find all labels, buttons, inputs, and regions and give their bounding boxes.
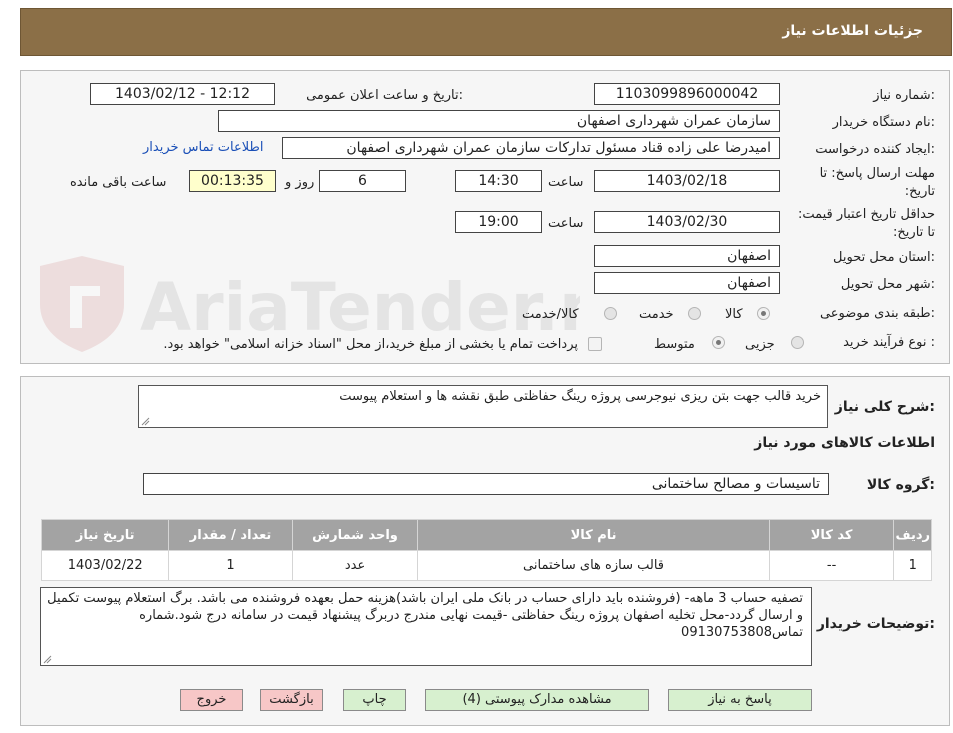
remaining-time-field: 00:13:35 (189, 170, 276, 192)
general-desc-text: خرید قالب جهت بتن ریزی نیوجرسی پروژه رین… (339, 389, 821, 404)
need-number-field: 1103099896000042 (594, 83, 780, 105)
need-number-label: شماره نیاز: (873, 88, 935, 103)
category-service-label: خدمت (639, 307, 674, 322)
deadline-time-field: 14:30 (455, 170, 542, 192)
buyer-notes-label: توضیحات خریدار: (816, 616, 935, 632)
table-header-row: ردیف کد کالا نام کالا واحد شمارش تعداد /… (40, 519, 932, 551)
cell-row: 1 (893, 550, 932, 581)
category-goods-radio[interactable] (757, 307, 770, 320)
category-goods-label: کالا (725, 307, 743, 322)
announce-field: 1403/02/12 - 12:12 (90, 83, 275, 105)
watermark-text: AriaTender.neT (140, 269, 580, 346)
exit-button[interactable]: خروج (180, 689, 243, 711)
validity-hour-label: ساعت (548, 216, 584, 231)
process-label: نوع فرآیند خرید : (843, 335, 935, 350)
cell-qty: 1 (168, 550, 293, 581)
cell-code: -- (768, 550, 895, 581)
col-name: نام کالا (417, 519, 770, 551)
cell-date: 1403/02/22 (40, 550, 170, 581)
remaining-label: ساعت باقی مانده (70, 175, 167, 190)
goods-group-field: تاسیسات و مصالح ساختمانی (143, 473, 829, 495)
days-field: 6 (319, 170, 406, 192)
page-title: جزئیات اطلاعات نیاز (782, 23, 923, 39)
province-label: استان محل تحویل: (833, 250, 935, 265)
buyer-notes-textarea[interactable]: تصفیه حساب 3 ماهه- (فروشنده باید دارای ح… (40, 587, 812, 666)
buyer-contact-link[interactable]: اطلاعات تماس خریدار (143, 140, 263, 155)
col-unit: واحد شمارش (291, 519, 419, 551)
deadline-label: مهلت ارسال پاسخ: تا تاریخ: (819, 166, 935, 199)
resize-grip-icon[interactable] (43, 655, 52, 664)
back-button[interactable]: بازگشت (260, 689, 323, 711)
payment-note: پرداخت تمام یا بخشی از مبلغ خرید،از محل … (163, 337, 578, 352)
validity-label: حداقل تاریخ اعتبار قیمت: تا تاریخ: (797, 207, 935, 240)
category-goods-service-radio[interactable] (604, 307, 617, 320)
category-label: طبقه بندی موضوعی: (819, 306, 935, 321)
col-date: تاریخ نیاز (40, 519, 170, 551)
requester-field: امیدرضا علی زاده قناد مسئول تدارکات سازم… (282, 137, 780, 159)
general-desc-label: شرح کلی نیاز: (834, 399, 935, 415)
deadline-date-field: 1403/02/18 (594, 170, 780, 192)
col-row: ردیف (893, 519, 932, 551)
category-service-radio[interactable] (688, 307, 701, 320)
city-field: اصفهان (594, 272, 780, 294)
province-field: اصفهان (594, 245, 780, 267)
city-label: شهر محل تحویل: (840, 277, 935, 292)
buyer-org-label: نام دستگاه خریدار: (832, 115, 935, 130)
print-button[interactable]: چاپ (343, 689, 406, 711)
general-desc-textarea[interactable]: خرید قالب جهت بتن ریزی نیوجرسی پروژه رین… (138, 385, 828, 428)
col-qty: تعداد / مقدار (168, 519, 293, 551)
page-header: جزئیات اطلاعات نیاز (20, 8, 952, 56)
validity-time-field: 19:00 (455, 211, 542, 233)
table-row: 1 -- قالب سازه های ساختمانی عدد 1 1403/0… (40, 550, 932, 581)
cell-unit: عدد (291, 550, 419, 581)
deadline-hour-label: ساعت (548, 175, 584, 190)
attachments-button[interactable]: مشاهده مدارک پیوستی (4) (425, 689, 649, 711)
reply-button[interactable]: پاسخ به نیاز (668, 689, 812, 711)
process-medium-radio[interactable] (712, 336, 725, 349)
items-table: ردیف کد کالا نام کالا واحد شمارش تعداد /… (40, 519, 932, 581)
resize-grip-icon[interactable] (141, 417, 150, 426)
process-minor-radio[interactable] (791, 336, 804, 349)
category-goods-service-label: کالا/خدمت (522, 307, 579, 322)
col-code: کد کالا (768, 519, 895, 551)
process-minor-label: جزیی (745, 337, 775, 352)
buyer-org-field: سازمان عمران شهرداری اصفهان (218, 110, 780, 132)
days-label: روز و (285, 175, 315, 190)
requester-label: ایجاد کننده درخواست: (815, 142, 935, 157)
process-medium-label: متوسط (654, 337, 695, 352)
cell-name: قالب سازه های ساختمانی (417, 550, 770, 581)
treasury-checkbox[interactable] (588, 337, 602, 351)
goods-info-title: اطلاعات کالاهای مورد نیاز (754, 435, 935, 451)
announce-label: تاریخ و ساعت اعلان عمومی: (306, 88, 463, 103)
validity-date-field: 1403/02/30 (594, 211, 780, 233)
goods-group-label: گروه کالا: (866, 477, 935, 493)
buyer-notes-text: تصفیه حساب 3 ماهه- (فروشنده باید دارای ح… (47, 591, 803, 640)
